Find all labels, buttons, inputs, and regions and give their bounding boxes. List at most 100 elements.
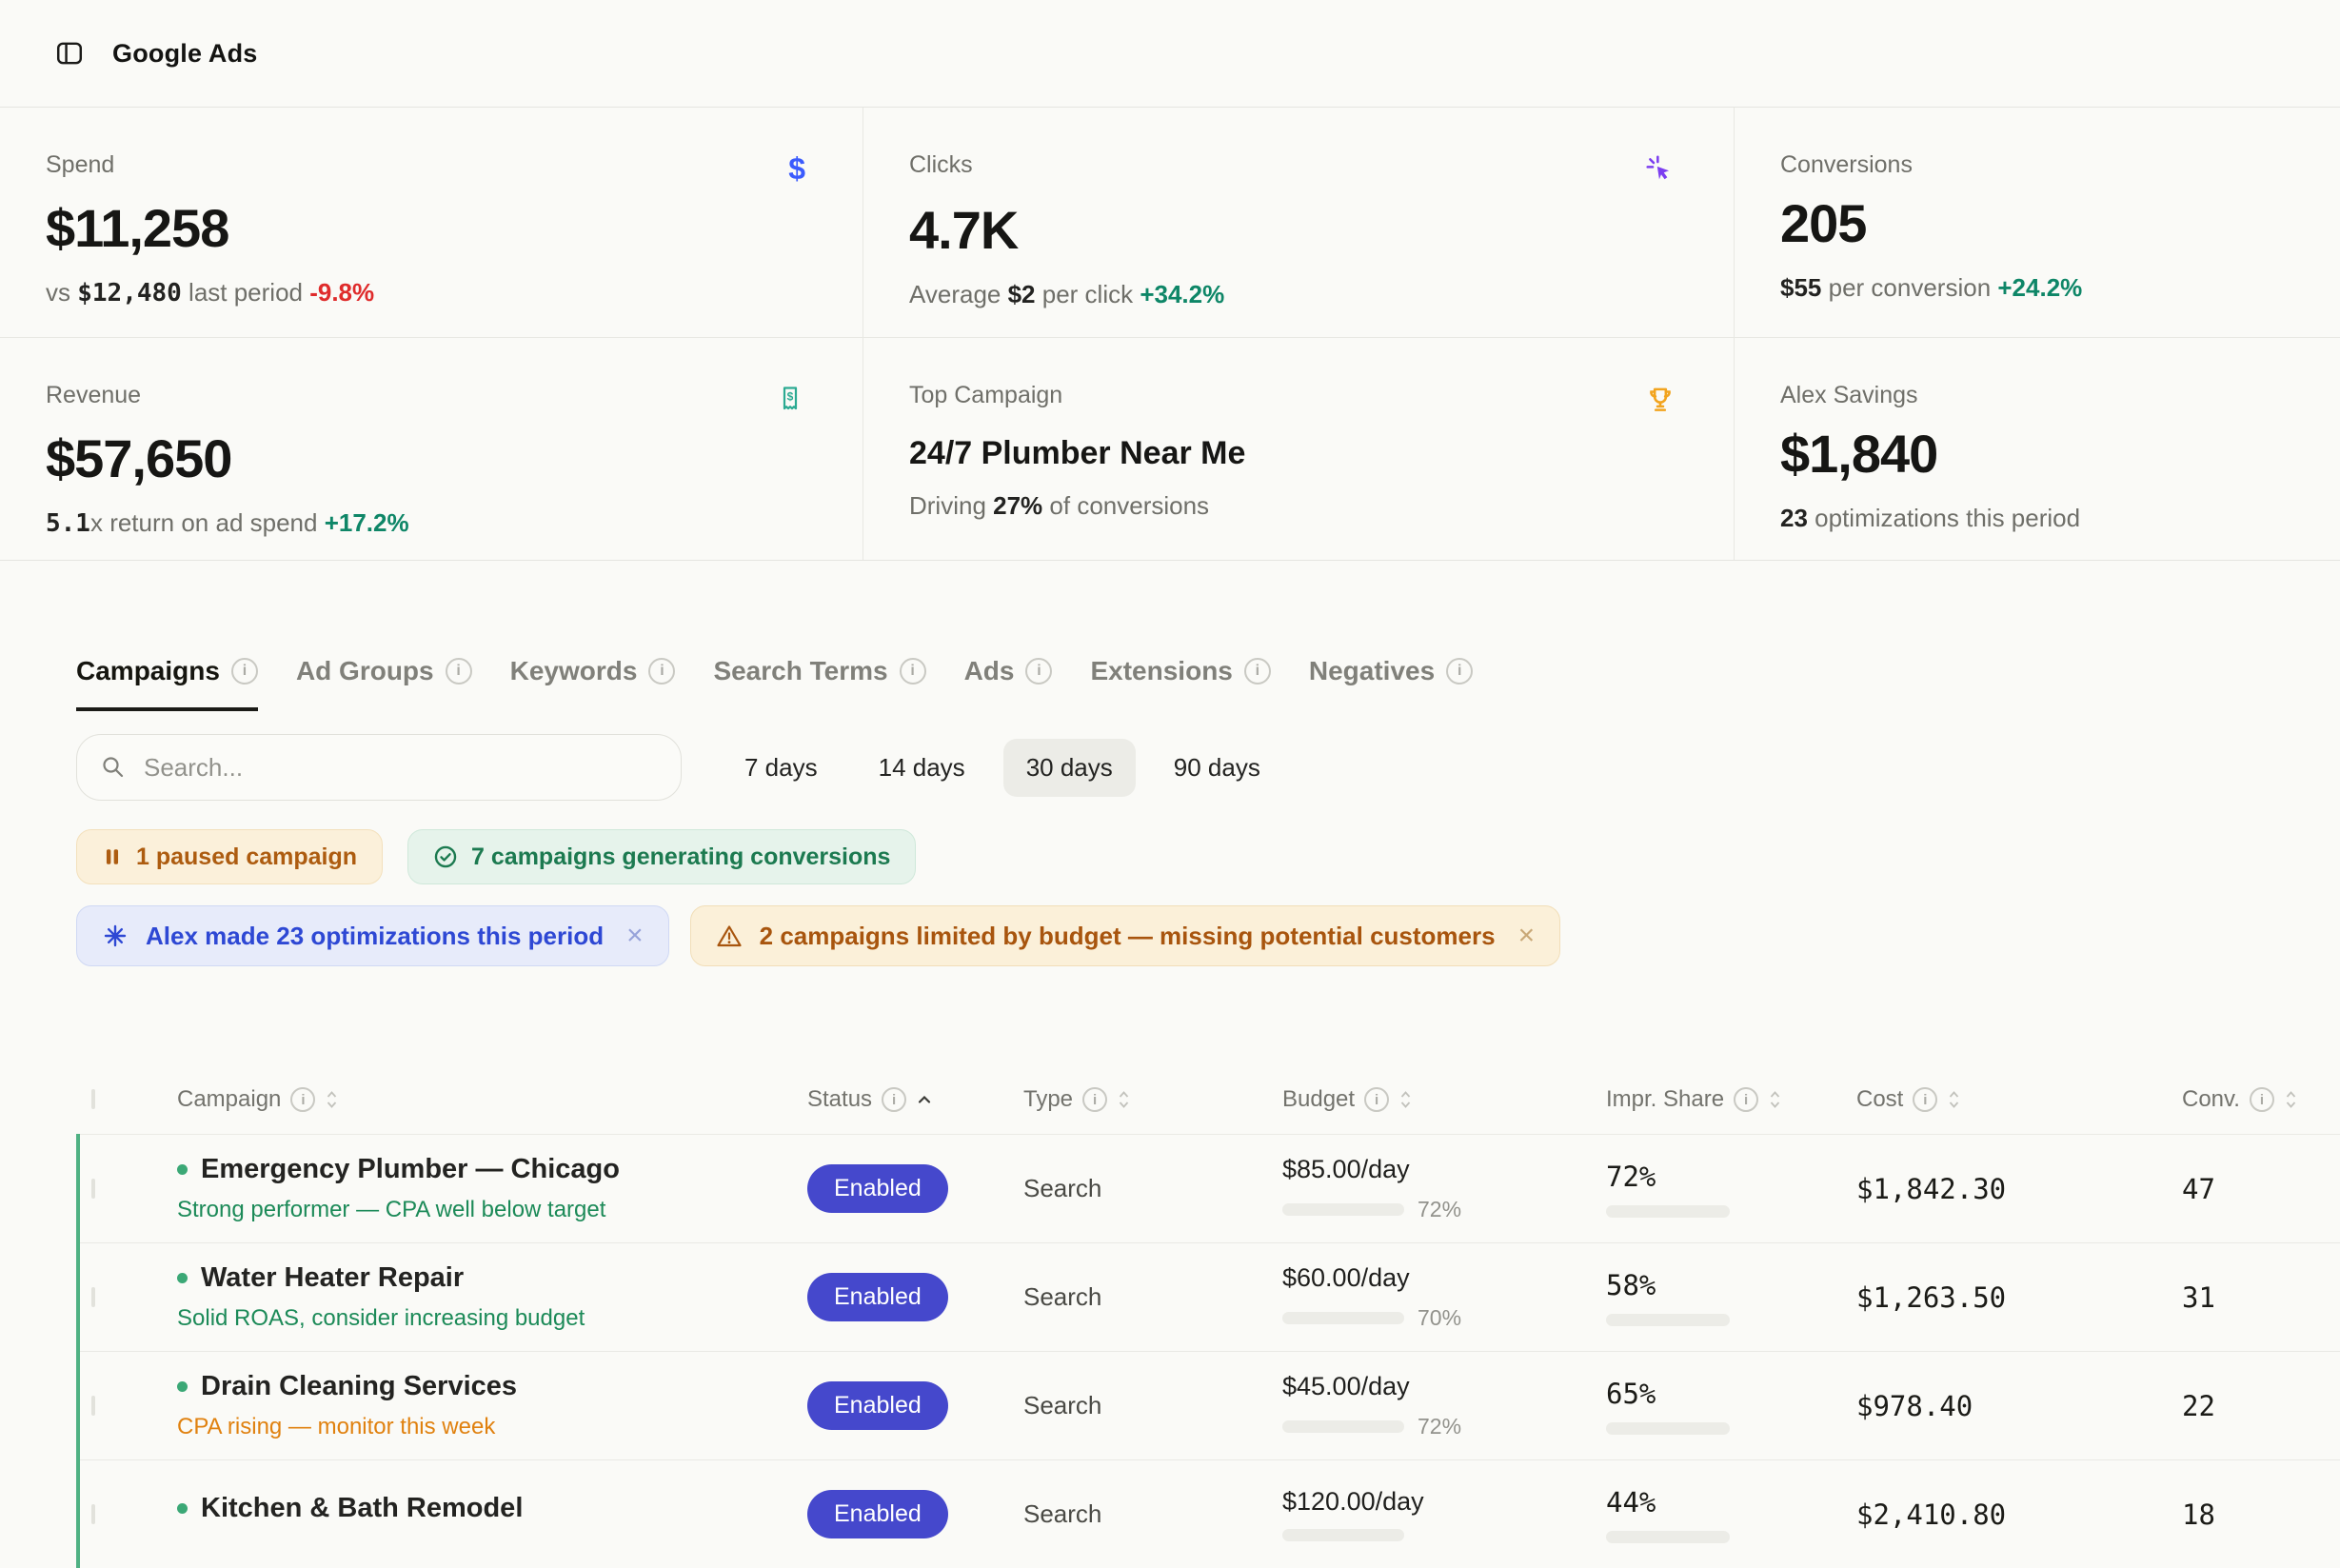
campaign-cell[interactable]: Emergency Plumber — Chicago Strong perfo…	[177, 1154, 807, 1223]
column-header-impr-share[interactable]: Impr. Share	[1606, 1086, 1856, 1113]
info-icon[interactable]	[1025, 658, 1052, 685]
info-icon[interactable]	[231, 658, 258, 685]
sort-icon[interactable]	[1117, 1087, 1131, 1112]
sparkle-icon	[102, 923, 129, 949]
converting-badge-label: 7 campaigns generating conversions	[471, 844, 890, 871]
close-icon[interactable]: ×	[1513, 922, 1536, 950]
range-7-days[interactable]: 7 days	[722, 739, 841, 797]
info-icon[interactable]	[2250, 1087, 2274, 1112]
impr-share-value: 72%	[1606, 1161, 1856, 1193]
info-icon[interactable]	[648, 658, 675, 685]
toolbar: 7 days 14 days 30 days 90 days	[76, 734, 2340, 801]
column-header-budget[interactable]: Budget	[1282, 1086, 1606, 1113]
column-header-type[interactable]: Type	[1023, 1086, 1282, 1113]
sort-icon[interactable]	[1947, 1087, 1961, 1112]
budget-value: $45.00/day	[1282, 1372, 1606, 1401]
tab-extensions[interactable]: Extensions	[1090, 656, 1270, 711]
row-checkbox[interactable]	[91, 1287, 95, 1307]
conv-cell: 22	[2182, 1390, 2340, 1422]
svg-text:$: $	[787, 390, 794, 404]
range-90-days[interactable]: 90 days	[1151, 739, 1283, 797]
kpi-card-spend: Spend $ $11,258 vs $12,480 last period -…	[0, 108, 863, 338]
row-checkbox[interactable]	[91, 1504, 95, 1524]
conv-cell: 18	[2182, 1499, 2340, 1531]
row-checkbox[interactable]	[91, 1396, 95, 1416]
info-icon[interactable]	[900, 658, 926, 685]
info-icon[interactable]	[446, 658, 472, 685]
column-header-campaign[interactable]: Campaign	[177, 1086, 807, 1113]
campaign-cell[interactable]: Drain Cleaning Services CPA rising — mon…	[177, 1371, 807, 1440]
status-dot	[177, 1273, 188, 1283]
campaign-name: Emergency Plumber — Chicago	[201, 1154, 620, 1185]
status-badge[interactable]: Enabled	[807, 1273, 948, 1321]
cost-cell: $1,842.30	[1856, 1173, 2182, 1205]
budget-cell: $120.00/day	[1282, 1487, 1606, 1541]
trophy-icon	[1644, 384, 1676, 416]
sort-icon[interactable]	[1768, 1087, 1782, 1112]
sidebar-panel-icon	[55, 39, 84, 68]
select-all-checkbox[interactable]	[91, 1089, 95, 1109]
status-dot	[177, 1164, 188, 1175]
status-badge[interactable]: Enabled	[807, 1381, 948, 1430]
page-title: Google Ads	[112, 39, 258, 69]
info-icon[interactable]	[1244, 658, 1271, 685]
column-header-status[interactable]: Status	[807, 1086, 1023, 1113]
status-badge[interactable]: Enabled	[807, 1164, 948, 1213]
search-box[interactable]	[76, 734, 682, 801]
status-dot	[177, 1503, 188, 1514]
campaign-cell[interactable]: Water Heater Repair Solid ROAS, consider…	[177, 1262, 807, 1332]
budget-pacing-bar	[1282, 1203, 1404, 1216]
range-14-days[interactable]: 14 days	[856, 739, 988, 797]
campaign-cell[interactable]: Kitchen & Bath Remodel	[177, 1493, 807, 1536]
kpi-label: Revenue	[46, 382, 141, 409]
range-30-days[interactable]: 30 days	[1003, 739, 1136, 797]
info-icon[interactable]	[1734, 1087, 1758, 1112]
tab-keywords[interactable]: Keywords	[510, 656, 676, 711]
tab-ad-groups[interactable]: Ad Groups	[296, 656, 472, 711]
impr-share-bar	[1606, 1531, 1730, 1543]
sort-icon[interactable]	[2284, 1087, 2298, 1112]
campaign-name: Drain Cleaning Services	[201, 1371, 517, 1402]
table-row[interactable]: Drain Cleaning Services CPA rising — mon…	[80, 1351, 2340, 1459]
kpi-label: Top Campaign	[909, 382, 1062, 409]
impr-share-bar	[1606, 1205, 1730, 1218]
sort-icon[interactable]	[1398, 1087, 1413, 1112]
close-icon[interactable]: ×	[621, 922, 644, 950]
sort-asc-icon[interactable]	[916, 1093, 933, 1106]
info-icon[interactable]	[1913, 1087, 1937, 1112]
row-checkbox[interactable]	[91, 1179, 95, 1199]
search-input[interactable]	[142, 752, 658, 784]
info-icon[interactable]	[1446, 658, 1473, 685]
delta-badge: +17.2%	[325, 508, 409, 537]
impr-share-value: 44%	[1606, 1486, 1856, 1518]
sidebar-toggle-button[interactable]	[55, 39, 84, 68]
kpi-value: 4.7K	[909, 199, 1676, 261]
kpi-card-conversions: Conversions 205 $55 per conversion +24.2…	[1735, 108, 2340, 338]
sort-icon[interactable]	[325, 1087, 339, 1112]
info-icon[interactable]	[290, 1087, 315, 1112]
budget-value: $85.00/day	[1282, 1155, 1606, 1184]
tab-ads[interactable]: Ads	[964, 656, 1053, 711]
column-header-conv[interactable]: Conv.	[2182, 1086, 2340, 1113]
table-row[interactable]: Emergency Plumber — Chicago Strong perfo…	[80, 1134, 2340, 1242]
impr-share-bar	[1606, 1314, 1730, 1326]
info-icon[interactable]	[882, 1087, 906, 1112]
table-row[interactable]: Kitchen & Bath Remodel Enabled Search $1…	[80, 1459, 2340, 1568]
paused-campaigns-badge[interactable]: 1 paused campaign	[76, 829, 383, 884]
kpi-label: Alex Savings	[1780, 382, 1918, 409]
info-icon[interactable]	[1082, 1087, 1107, 1112]
tab-search-terms[interactable]: Search Terms	[713, 656, 925, 711]
info-icon[interactable]	[1364, 1087, 1389, 1112]
cost-cell: $1,263.50	[1856, 1281, 2182, 1314]
campaign-note: Solid ROAS, consider increasing budget	[177, 1305, 807, 1332]
kpi-subtext: Driving 27% of conversions	[909, 491, 1676, 521]
kpi-label: Clicks	[909, 151, 973, 179]
dollar-icon: $	[788, 153, 805, 184]
column-header-cost[interactable]: Cost	[1856, 1086, 2182, 1113]
tab-negatives[interactable]: Negatives	[1309, 656, 1473, 711]
tab-campaigns[interactable]: Campaigns	[76, 656, 258, 711]
table-row[interactable]: Water Heater Repair Solid ROAS, consider…	[80, 1242, 2340, 1351]
converting-campaigns-badge[interactable]: 7 campaigns generating conversions	[407, 829, 916, 884]
delta-badge: +34.2%	[1140, 280, 1224, 308]
status-badge[interactable]: Enabled	[807, 1490, 948, 1538]
